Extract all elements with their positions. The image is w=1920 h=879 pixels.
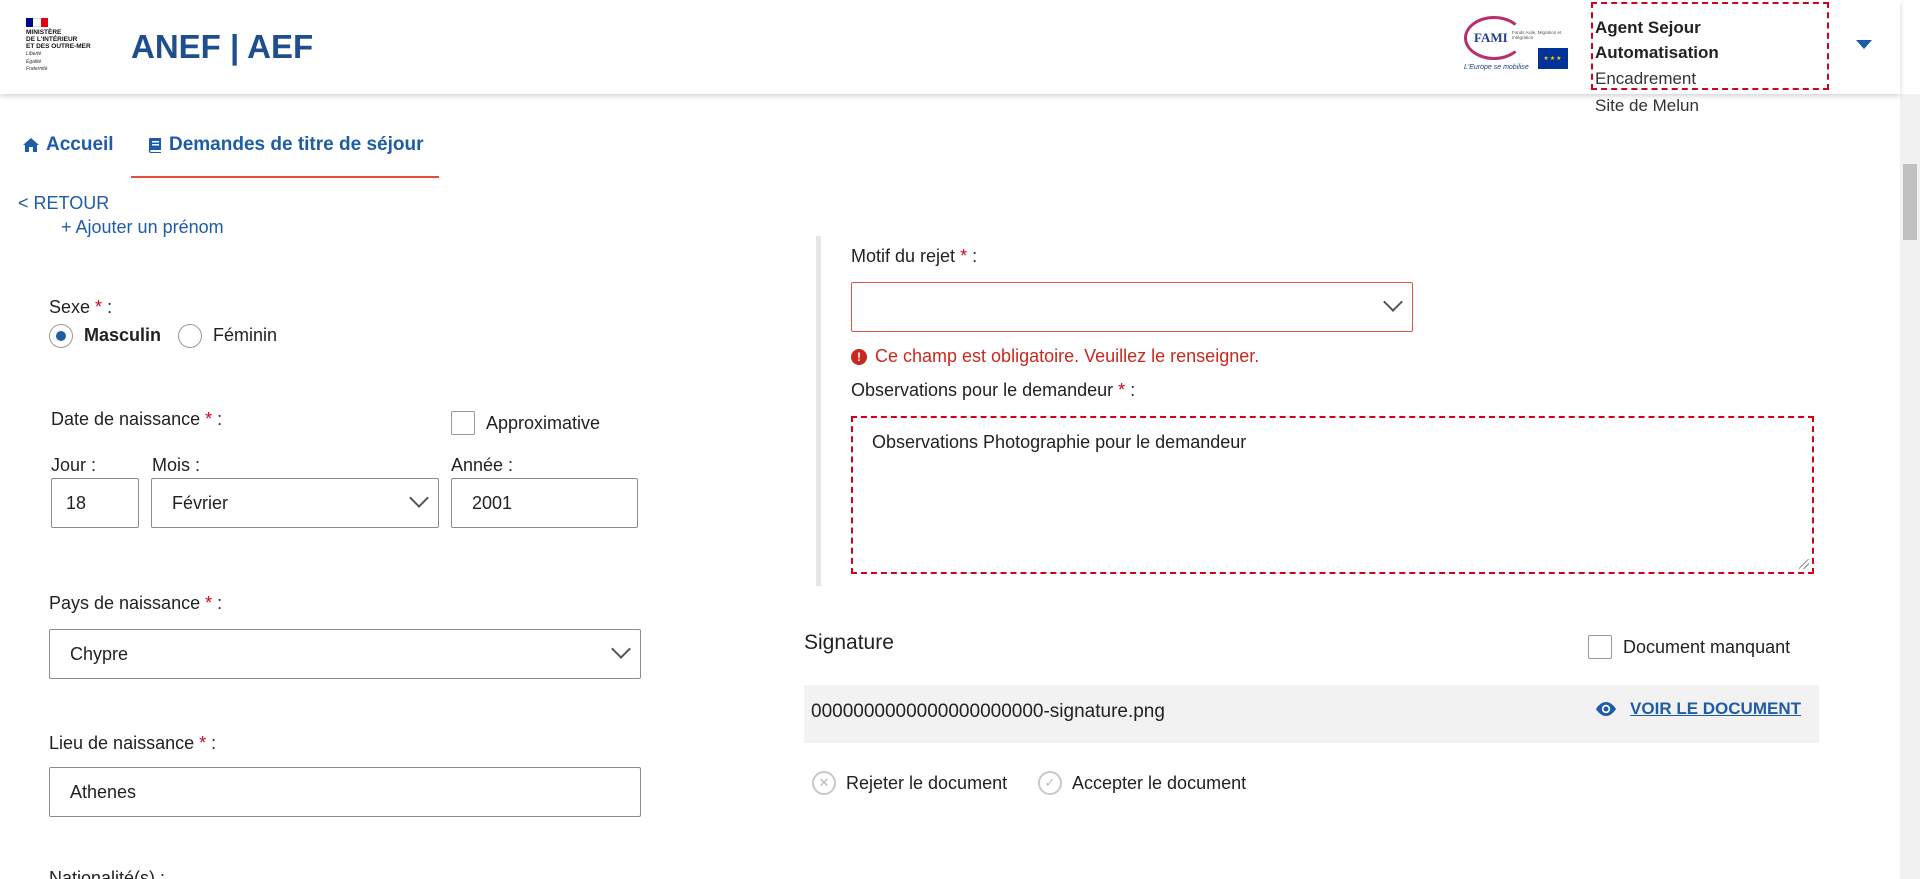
scrollbar-thumb[interactable]	[1903, 164, 1917, 240]
jour-value: 18	[66, 492, 87, 513]
fami-logo: FAMI Fonds Asile, Migration et Intégrati…	[1462, 16, 1570, 74]
approximative-checkbox[interactable]	[451, 411, 475, 435]
nationalite-label: Nationalité(s) :	[49, 868, 166, 879]
document-row: 0000000000000000000000-signature.png VOI…	[804, 685, 1819, 743]
feminin-label[interactable]: Féminin	[213, 325, 277, 346]
tab-accueil-label: Accueil	[46, 134, 114, 155]
sexe-label: Sexe * :	[49, 297, 113, 317]
masculin-label[interactable]: Masculin	[84, 325, 161, 346]
add-prenom-link[interactable]: + Ajouter un prénom	[61, 217, 224, 238]
home-icon	[23, 138, 39, 152]
mois-select[interactable]: Février	[151, 478, 439, 528]
motif-rejet-select[interactable]	[851, 282, 1413, 332]
fami-slogan: L'Europe se mobilise	[1464, 64, 1529, 71]
ministry-line-1: Ministère	[26, 29, 62, 36]
book-icon	[148, 137, 161, 153]
jour-label: Jour :	[51, 455, 97, 475]
eye-icon	[1596, 702, 1617, 716]
page: Ministère de l'intérieur et des outre-me…	[0, 0, 1920, 879]
document-manquant-checkbox[interactable]	[1588, 635, 1612, 659]
motif-rejet-label-text: Motif du rejet	[851, 246, 956, 266]
fami-subtitle: Fonds Asile, Migration et Intégration	[1512, 30, 1562, 40]
tab-demandes-label: Demandes de titre de séjour	[169, 134, 424, 155]
lieu-label-text: Lieu de naissance	[49, 733, 195, 753]
error-message: ! Ce champ est obligatoire. Veuillez le …	[851, 346, 1259, 367]
lieu-input[interactable]: Athenes	[49, 767, 641, 817]
ministry-line-2: de l'intérieur	[26, 36, 78, 43]
sexe-label-text: Sexe	[49, 297, 91, 317]
chevron-down-icon	[611, 639, 631, 659]
scrollbar[interactable]	[1900, 94, 1920, 879]
voir-document-link[interactable]: VOIR LE DOCUMENT	[1594, 699, 1801, 719]
devise-line-3: Fraternité	[26, 66, 48, 72]
annee-input[interactable]: 2001	[451, 478, 638, 528]
mois-value: Février	[172, 492, 229, 513]
exclamation-icon: !	[851, 348, 867, 365]
document-manquant-label[interactable]: Document manquant	[1623, 637, 1790, 658]
x-circle-icon: ✕	[812, 771, 836, 795]
lieu-label: Lieu de naissance * :	[49, 733, 217, 753]
resize-handle-icon[interactable]	[1799, 559, 1809, 569]
eu-flag-icon: ★★★	[1538, 48, 1568, 69]
review-divider	[816, 236, 821, 586]
date-naissance-label: Date de naissance * :	[51, 409, 223, 429]
ministry-line-3: et des outre-mer	[26, 43, 91, 50]
error-text: Ce champ est obligatoire. Veuillez le re…	[875, 346, 1260, 366]
approximative-label[interactable]: Approximative	[486, 413, 600, 434]
annee-label: Année :	[451, 455, 514, 475]
devise-line-2: Égalité	[26, 58, 42, 65]
radio-masculin[interactable]	[49, 324, 73, 348]
pays-label: Pays de naissance * :	[49, 593, 223, 613]
motif-rejet-label: Motif du rejet * :	[851, 246, 978, 266]
signature-title: Signature	[804, 631, 894, 654]
active-tab-underline	[131, 176, 439, 178]
tab-demandes[interactable]: Demandes de titre de séjour	[147, 134, 423, 156]
user-site: Site de Melun	[1595, 96, 1699, 115]
voir-document-label: VOIR LE DOCUMENT	[1630, 699, 1801, 718]
user-menu[interactable]: Agent Sejour Automatisation Encadrement …	[1591, 2, 1829, 115]
lieu-value: Athenes	[70, 781, 137, 802]
back-link[interactable]: < RETOUR	[18, 193, 116, 214]
devise-line-1: Liberté	[26, 51, 42, 57]
caret-down-icon[interactable]	[1856, 40, 1872, 49]
top-header: Ministère de l'intérieur et des outre-me…	[0, 0, 1900, 115]
pays-value: Chypre	[70, 643, 129, 664]
app-title[interactable]: ANEF | AEF	[131, 28, 313, 66]
french-flag-icon	[26, 18, 48, 27]
chevron-down-icon	[409, 488, 429, 508]
fami-word: FAMI	[1474, 30, 1508, 45]
jour-input[interactable]: 18	[51, 478, 139, 528]
mois-label: Mois :	[152, 455, 201, 475]
pays-label-text: Pays de naissance	[49, 593, 201, 613]
tab-accueil[interactable]: Accueil	[22, 134, 114, 156]
radio-feminin[interactable]	[178, 324, 202, 348]
user-name: Agent Sejour Automatisation	[1595, 18, 1719, 62]
observations-label: Observations pour le demandeur * :	[851, 380, 1136, 400]
reject-document-label: Rejeter le document	[846, 772, 1008, 793]
check-circle-icon: ✓	[1038, 771, 1062, 795]
chevron-down-icon	[1383, 292, 1403, 312]
date-naissance-label-text: Date de naissance	[51, 409, 201, 429]
user-role: Encadrement	[1595, 69, 1697, 88]
annee-value: 2001	[472, 492, 513, 513]
observations-value: Observations Photographie pour le demand…	[872, 432, 1247, 452]
accept-document-label: Accepter le document	[1072, 772, 1247, 793]
accept-document-action[interactable]: ✓ Accepter le document	[1038, 771, 1246, 795]
document-filename: 0000000000000000000000-signature.png	[811, 701, 1165, 722]
observations-textarea[interactable]: Observations Photographie pour le demand…	[851, 416, 1814, 574]
observations-label-text: Observations pour le demandeur	[851, 380, 1114, 400]
reject-document-action[interactable]: ✕ Rejeter le document	[812, 771, 1007, 795]
ministry-logo: Ministère de l'intérieur et des outre-me…	[26, 18, 108, 73]
pays-select[interactable]: Chypre	[49, 629, 641, 679]
